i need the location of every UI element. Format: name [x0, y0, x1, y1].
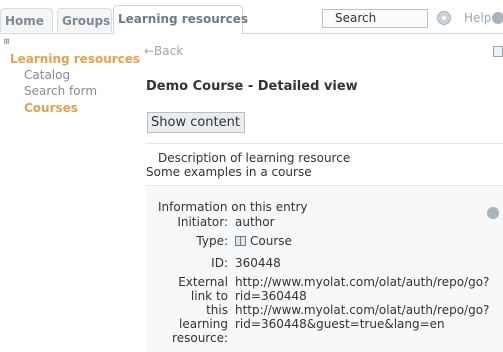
id-label: ID: [211, 256, 228, 270]
top-tab-bar: Home Groups Learning resources Search He… [0, 0, 503, 34]
help-link[interactable]: Help [464, 11, 503, 25]
tree-expand-icon[interactable]: ⊞ [4, 38, 9, 47]
course-book-icon [235, 236, 246, 246]
info-panel: Information on this entry Initiator: aut… [146, 187, 503, 352]
show-content-button[interactable]: Show content [147, 112, 245, 133]
app-window: Home Groups Learning resources Search He… [0, 0, 503, 352]
external-link-label-line: External [178, 275, 228, 289]
id-value: 360448 [235, 256, 281, 270]
back-link[interactable]: ←Back [144, 44, 183, 58]
tab-home[interactable]: Home [0, 8, 53, 32]
divider [146, 143, 503, 144]
page-title: Demo Course - Detailed view [146, 79, 358, 94]
sidebar: ⊞ Learning resources Catalog Search form… [0, 34, 140, 352]
type-text: Course [250, 234, 292, 248]
external-link-label-line: link to [190, 289, 228, 303]
external-link-url[interactable]: http://www.myolat.com/olat/auth/repo/go? [235, 276, 489, 289]
external-link-label-line: learning [179, 317, 228, 331]
help-label: Help [464, 11, 492, 25]
description-text: Some examples in a course [146, 165, 312, 179]
sidebar-item-search-form[interactable]: Search form [24, 84, 97, 98]
print-icon[interactable] [493, 46, 503, 57]
type-value: Course [235, 235, 292, 248]
guest-link-url[interactable]: rid=360448&guest=true&lang=en [235, 318, 445, 331]
guest-link-url[interactable]: http://www.myolat.com/olat/auth/repo/go? [235, 304, 489, 317]
help-circle-icon[interactable] [487, 207, 499, 219]
sidebar-item-learning-resources[interactable]: Learning resources [10, 52, 140, 66]
tab-groups[interactable]: Groups [57, 8, 112, 32]
external-link-label-line: this [206, 303, 228, 317]
tab-learning-resources[interactable]: Learning resources [113, 5, 248, 34]
description-heading: Description of learning resource [158, 151, 351, 165]
sidebar-item-catalog[interactable]: Catalog [24, 68, 70, 82]
initiator-label: Initiator: [177, 215, 228, 229]
help-circle-icon [492, 12, 503, 24]
go-circle-icon[interactable] [437, 11, 451, 25]
initiator-value: author [235, 215, 275, 229]
main-content: ←Back Demo Course - Detailed view Show c… [140, 34, 503, 352]
search-input[interactable]: Search [322, 9, 428, 28]
type-label: Type: [196, 234, 228, 248]
external-link-label-line: resource: [172, 331, 228, 345]
info-heading: Information on this entry [158, 200, 308, 214]
divider [146, 185, 503, 186]
external-link-url[interactable]: rid=360448 [235, 290, 307, 303]
sidebar-item-courses[interactable]: Courses [24, 101, 78, 115]
